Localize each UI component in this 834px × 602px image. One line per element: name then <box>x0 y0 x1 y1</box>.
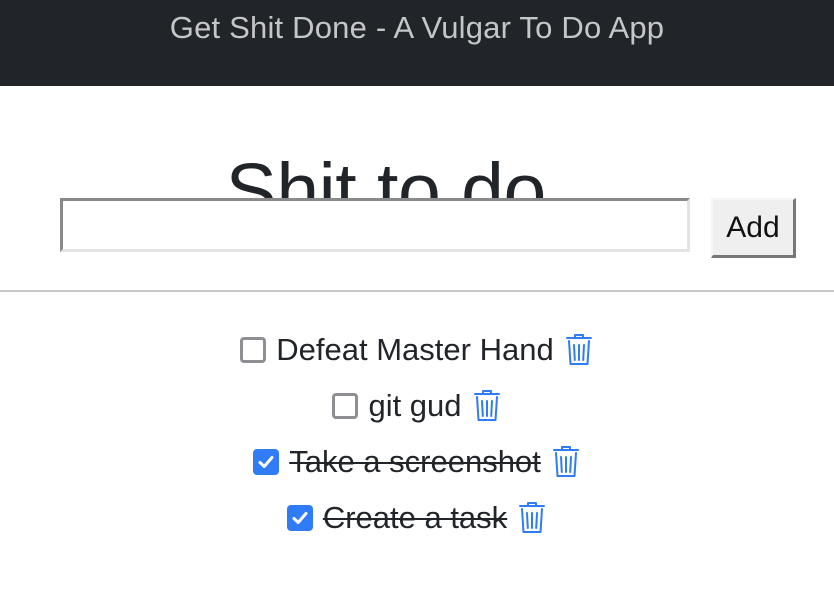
checkmark-icon <box>258 456 274 468</box>
task-text: Defeat Master Hand <box>276 332 554 367</box>
trash-icon[interactable] <box>517 501 547 535</box>
checkmark-icon <box>292 512 308 524</box>
divider <box>0 290 834 292</box>
new-task-input[interactable] <box>60 198 690 252</box>
trash-icon[interactable] <box>551 445 581 479</box>
task-item: git gud <box>0 378 834 434</box>
task-text: git gud <box>368 388 462 423</box>
add-task-button[interactable]: Add <box>711 198 796 258</box>
task-item: Defeat Master Hand <box>0 322 834 378</box>
task-checkbox[interactable] <box>253 449 280 475</box>
app-title: Get Shit Done - A Vulgar To Do App <box>169 10 665 45</box>
task-checkbox[interactable] <box>286 505 313 531</box>
task-text: Take a screenshot <box>289 444 541 479</box>
task-checkbox[interactable] <box>240 337 267 363</box>
trash-icon[interactable] <box>472 389 502 423</box>
task-item: Take a screenshot <box>0 434 834 490</box>
app-header: Get Shit Done - A Vulgar To Do App <box>0 0 834 86</box>
task-list: Defeat Master Hand git gud Take a screen… <box>0 322 834 546</box>
task-text: Create a task <box>322 500 508 535</box>
task-checkbox[interactable] <box>332 393 359 419</box>
task-item: Create a task <box>0 490 834 546</box>
trash-icon[interactable] <box>564 333 594 367</box>
